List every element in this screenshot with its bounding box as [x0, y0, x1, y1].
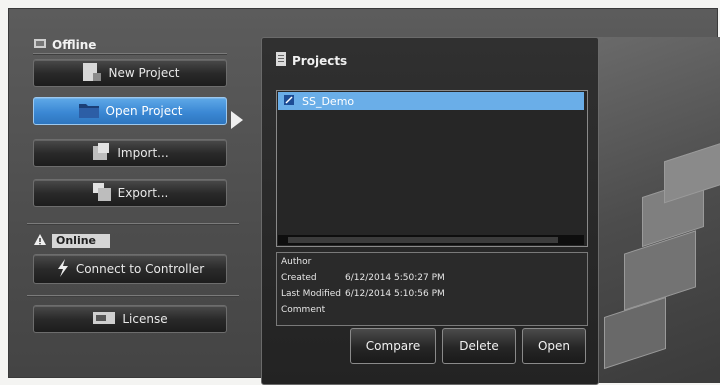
created-label: Created	[281, 273, 317, 283]
license-divider	[27, 295, 239, 297]
projects-title: Projects	[292, 53, 348, 68]
license-label: License	[122, 312, 168, 326]
projects-panel: Projects SS_Demo Author Created 6/12/201…	[261, 37, 599, 385]
offline-divider	[33, 53, 227, 55]
project-details: Author Created 6/12/2014 5:50:27 PM Last…	[276, 252, 588, 326]
created-value: 6/12/2014 5:50:27 PM	[345, 273, 445, 283]
export-icon	[92, 182, 112, 205]
license-key-icon	[92, 310, 116, 329]
lightning-icon	[56, 258, 70, 281]
online-header: Online	[33, 233, 111, 249]
online-title: Online	[52, 234, 111, 248]
export-label: Export...	[117, 186, 169, 200]
new-project-button[interactable]: New Project	[33, 59, 227, 87]
projects-list[interactable]: SS_Demo	[276, 90, 588, 247]
open-button[interactable]: Open	[522, 328, 586, 364]
compare-button[interactable]: Compare	[350, 328, 436, 364]
comment-label: Comment	[281, 305, 326, 315]
connect-label: Connect to Controller	[75, 262, 205, 276]
project-name: SS_Demo	[302, 94, 355, 108]
selection-arrow-icon	[231, 111, 243, 129]
new-project-label: New Project	[108, 66, 180, 80]
projects-header: Projects	[276, 52, 347, 69]
import-button[interactable]: Import...	[33, 139, 227, 167]
license-button[interactable]: License	[33, 305, 227, 333]
project-file-icon	[284, 94, 294, 108]
offline-title: Offline	[52, 37, 97, 52]
start-page: Offline New Project Open Project Import.…	[8, 8, 720, 385]
offline-header: Offline	[33, 37, 96, 52]
author-label: Author	[281, 257, 312, 267]
open-project-label: Open Project	[105, 104, 183, 118]
modified-label: Last Modified	[281, 289, 342, 299]
offline-icon	[33, 37, 47, 52]
comment-row: Comment	[281, 305, 345, 315]
modified-value: 6/12/2014 5:10:56 PM	[345, 289, 445, 299]
new-project-icon	[80, 61, 102, 86]
author-row: Author	[281, 257, 345, 267]
horizontal-scrollbar[interactable]	[278, 235, 584, 245]
background-scene-image	[594, 37, 720, 383]
projects-icon	[276, 52, 286, 69]
warning-icon	[33, 233, 47, 249]
scrollbar-thumb[interactable]	[288, 237, 558, 243]
import-icon	[91, 142, 111, 165]
import-label: Import...	[117, 146, 169, 160]
modified-row: Last Modified 6/12/2014 5:10:56 PM	[281, 289, 445, 299]
folder-icon	[78, 101, 100, 122]
open-project-button[interactable]: Open Project	[33, 97, 227, 125]
online-top-divider	[27, 223, 239, 225]
created-row: Created 6/12/2014 5:50:27 PM	[281, 273, 445, 283]
delete-button[interactable]: Delete	[442, 328, 516, 364]
connect-to-controller-button[interactable]: Connect to Controller	[33, 254, 227, 284]
project-list-item[interactable]: SS_Demo	[278, 92, 584, 110]
export-button[interactable]: Export...	[33, 179, 227, 207]
